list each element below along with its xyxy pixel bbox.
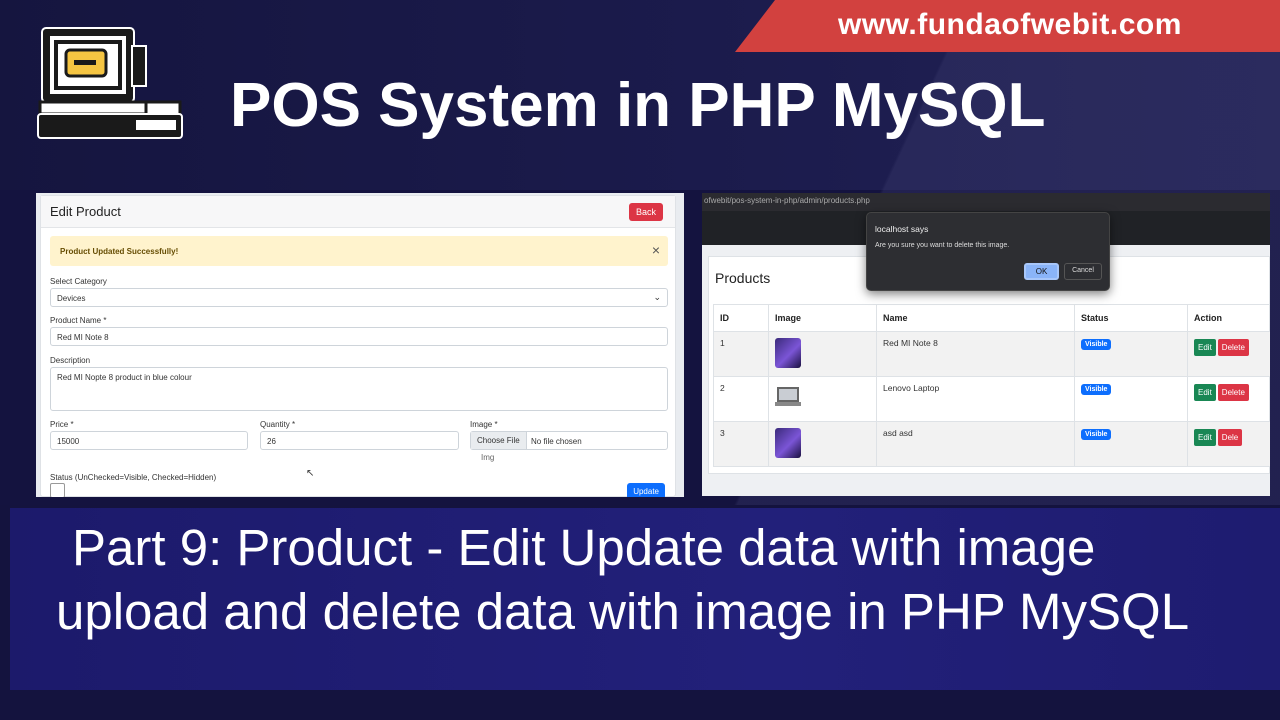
- cell-image: [768, 421, 877, 467]
- image-label: Image *: [470, 420, 498, 429]
- table-row: 3 asd asd Visible Edit Dele: [713, 421, 1270, 467]
- image-file-input[interactable]: Choose File No file chosen: [470, 431, 668, 450]
- column-header: ID: [713, 304, 769, 332]
- status-badge: Visible: [1081, 384, 1112, 395]
- alert-message: Product Updated Successfully!: [60, 247, 179, 256]
- back-button[interactable]: Back: [628, 203, 663, 221]
- cancel-button[interactable]: Cancel: [1064, 263, 1102, 280]
- card-header: Edit Product Back: [41, 196, 675, 228]
- success-alert: Product Updated Successfully! ×: [50, 236, 668, 266]
- choose-file-button[interactable]: Choose File: [471, 432, 527, 449]
- no-file-text: No file chosen: [531, 437, 582, 446]
- products-screenshot: ofwebit/pos-system-in-php/admin/products…: [702, 193, 1270, 496]
- edit-button[interactable]: Edit: [1194, 429, 1216, 446]
- product-name-label: Product Name *: [50, 316, 107, 325]
- product-name-value: Red MI Note 8: [57, 333, 109, 342]
- edit-product-card: Edit Product Back Product Updated Succes…: [40, 195, 676, 497]
- status-badge: Visible: [1081, 429, 1112, 440]
- quantity-input[interactable]: 26: [260, 431, 459, 450]
- cell-name: asd asd: [876, 421, 1075, 467]
- column-header: Image: [768, 304, 877, 332]
- chevron-down-icon: ⌄: [653, 292, 661, 302]
- card-title: Edit Product: [50, 204, 121, 219]
- page-title: POS System in PHP MySQL: [230, 71, 1046, 140]
- category-value: Devices: [57, 294, 86, 303]
- phone-thumbnail: [775, 338, 801, 368]
- laptop-thumbnail: [775, 383, 801, 413]
- cell-image: [768, 376, 877, 422]
- cell-name: Lenovo Laptop: [876, 376, 1075, 422]
- address-bar[interactable]: ofwebit/pos-system-in-php/admin/products…: [702, 193, 1270, 211]
- subtitle-line-2: upload and delete data with image in PHP…: [56, 583, 1190, 640]
- cell-status: Visible: [1074, 421, 1188, 467]
- edit-button[interactable]: Edit: [1194, 339, 1216, 356]
- category-label: Select Category: [50, 277, 107, 286]
- cell-status: Visible: [1074, 331, 1188, 377]
- confirm-dialog: localhost says Are you sure you want to …: [866, 212, 1110, 291]
- website-url: www.fundaofwebit.com: [838, 8, 1182, 41]
- cell-action: Edit Dele: [1187, 421, 1270, 467]
- status-label: Status (UnChecked=Visible, Checked=Hidde…: [50, 473, 217, 482]
- description-label: Description: [50, 356, 91, 365]
- delete-button[interactable]: Dele: [1217, 429, 1243, 446]
- close-icon[interactable]: ×: [652, 242, 660, 258]
- column-header: Name: [876, 304, 1075, 332]
- quantity-label: Quantity *: [260, 420, 296, 429]
- mouse-cursor-icon: ↖: [306, 468, 315, 479]
- subtitle-line-1: Part 9: Product - Edit Update data with …: [72, 519, 1096, 576]
- status-checkbox[interactable]: [50, 483, 65, 497]
- cell-name: Red MI Note 8: [876, 331, 1075, 377]
- delete-button[interactable]: Delete: [1217, 339, 1249, 356]
- table-row: 2 Lenovo Laptop Visible Edit Delete: [713, 376, 1270, 422]
- quantity-value: 26: [267, 437, 276, 446]
- product-image-placeholder: Img: [481, 453, 495, 462]
- table-row: 1 Red MI Note 8 Visible Edit Delete: [713, 331, 1270, 377]
- description-value: Red MI Nopte 8 product in blue colour: [57, 373, 192, 382]
- edit-button[interactable]: Edit: [1194, 384, 1216, 401]
- column-header: Status: [1074, 304, 1188, 332]
- category-select[interactable]: Devices ⌄: [50, 288, 668, 307]
- dialog-message: Are you sure you want to delete this ima…: [875, 242, 1010, 249]
- ok-button[interactable]: OK: [1024, 263, 1059, 280]
- update-button[interactable]: Update: [627, 483, 665, 497]
- cell-action: Edit Delete: [1187, 331, 1270, 377]
- edit-product-screenshot: Edit Product Back Product Updated Succes…: [36, 193, 684, 497]
- price-label: Price *: [50, 420, 74, 429]
- column-header: Action: [1187, 304, 1270, 332]
- phone-thumbnail: [775, 428, 801, 458]
- cell-image: [768, 331, 877, 377]
- dialog-title: localhost says: [875, 224, 929, 234]
- product-name-input[interactable]: Red MI Note 8: [50, 327, 668, 346]
- status-badge: Visible: [1081, 339, 1112, 350]
- pos-terminal-icon: [37, 27, 183, 139]
- products-table: ID Image Name Status Action 1 Red MI Not…: [713, 304, 1270, 467]
- description-textarea[interactable]: Red MI Nopte 8 product in blue colour: [50, 367, 668, 411]
- cell-status: Visible: [1074, 376, 1188, 422]
- products-title: Products: [715, 270, 771, 286]
- delete-button[interactable]: Delete: [1217, 384, 1249, 401]
- price-input[interactable]: 15000: [50, 431, 248, 450]
- cell-id: 1: [713, 331, 769, 377]
- cell-action: Edit Delete: [1187, 376, 1270, 422]
- cell-id: 2: [713, 376, 769, 422]
- cell-id: 3: [713, 421, 769, 467]
- price-value: 15000: [57, 437, 80, 446]
